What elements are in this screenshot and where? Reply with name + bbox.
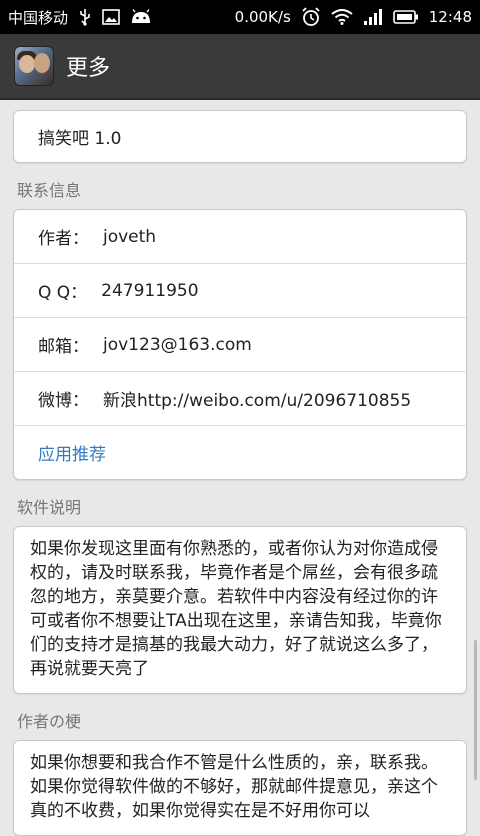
alarm-icon (301, 7, 321, 27)
app-icon[interactable] (14, 46, 54, 86)
action-bar: 更多 (0, 34, 480, 100)
status-bar: 中国移动 0.00K/s 12:48 (0, 0, 480, 34)
app-recommend-label[interactable]: 应用推荐 (38, 440, 106, 465)
contact-row-qq[interactable]: Q Q： 247911950 (14, 264, 466, 318)
software-desc-header: 软件说明 (17, 498, 82, 517)
contact-label: 作者： (38, 229, 89, 249)
app-recommend-link[interactable]: 应用推荐 (14, 426, 466, 479)
android-icon (130, 9, 152, 25)
contact-label: Q Q： (38, 283, 88, 303)
software-desc-card: 如果你发现这里面有你熟悉的，或者你认为对你造成侵权的，请及时联系我，毕竟作者是个… (13, 526, 467, 694)
network-speed: 0.00K/s (234, 8, 291, 26)
contact-value: 新浪http://weibo.com/u/2096710855 (103, 391, 412, 411)
carrier-label: 中国移动 (8, 8, 69, 27)
battery-icon (392, 9, 419, 25)
content-scroll[interactable]: 搞笑吧 1.0 联系信息 作者： joveth Q Q： 247911950 邮… (0, 100, 480, 836)
clock: 12:48 (428, 8, 472, 26)
author-note-header: 作者の梗 (17, 712, 82, 731)
usb-icon (78, 8, 92, 26)
app-version-card: 搞笑吧 1.0 (13, 110, 467, 163)
wifi-icon (331, 9, 353, 25)
app-version: 搞笑吧 1.0 (38, 129, 122, 149)
contact-value: 247911950 (101, 280, 199, 301)
author-note-text: 如果你想要和我合作不管是什么性质的，亲，联系我。如果你觉得软件做的不够好，那就邮… (30, 753, 438, 821)
software-desc-text: 如果你发现这里面有你熟悉的，或者你认为对你造成侵权的，请及时联系我，毕竟作者是个… (30, 539, 442, 679)
page-title: 更多 (66, 56, 111, 81)
contact-label: 微博： (38, 391, 89, 411)
contact-section-header: 联系信息 (17, 181, 82, 200)
contact-label: 邮箱： (38, 337, 89, 357)
author-note-card: 如果你想要和我合作不管是什么性质的，亲，联系我。如果你觉得软件做的不够好，那就邮… (13, 740, 467, 836)
picture-icon (102, 9, 120, 25)
signal-icon (363, 8, 383, 26)
contact-card: 作者： joveth Q Q： 247911950 邮箱： jov123@163… (13, 209, 467, 480)
contact-value: jov123@163.com (103, 334, 252, 355)
contact-row-author[interactable]: 作者： joveth (14, 210, 466, 264)
contact-row-weibo[interactable]: 微博： 新浪http://weibo.com/u/2096710855 (14, 372, 466, 426)
scrollbar[interactable] (474, 640, 477, 780)
contact-value: joveth (103, 226, 157, 247)
contact-row-email[interactable]: 邮箱： jov123@163.com (14, 318, 466, 372)
